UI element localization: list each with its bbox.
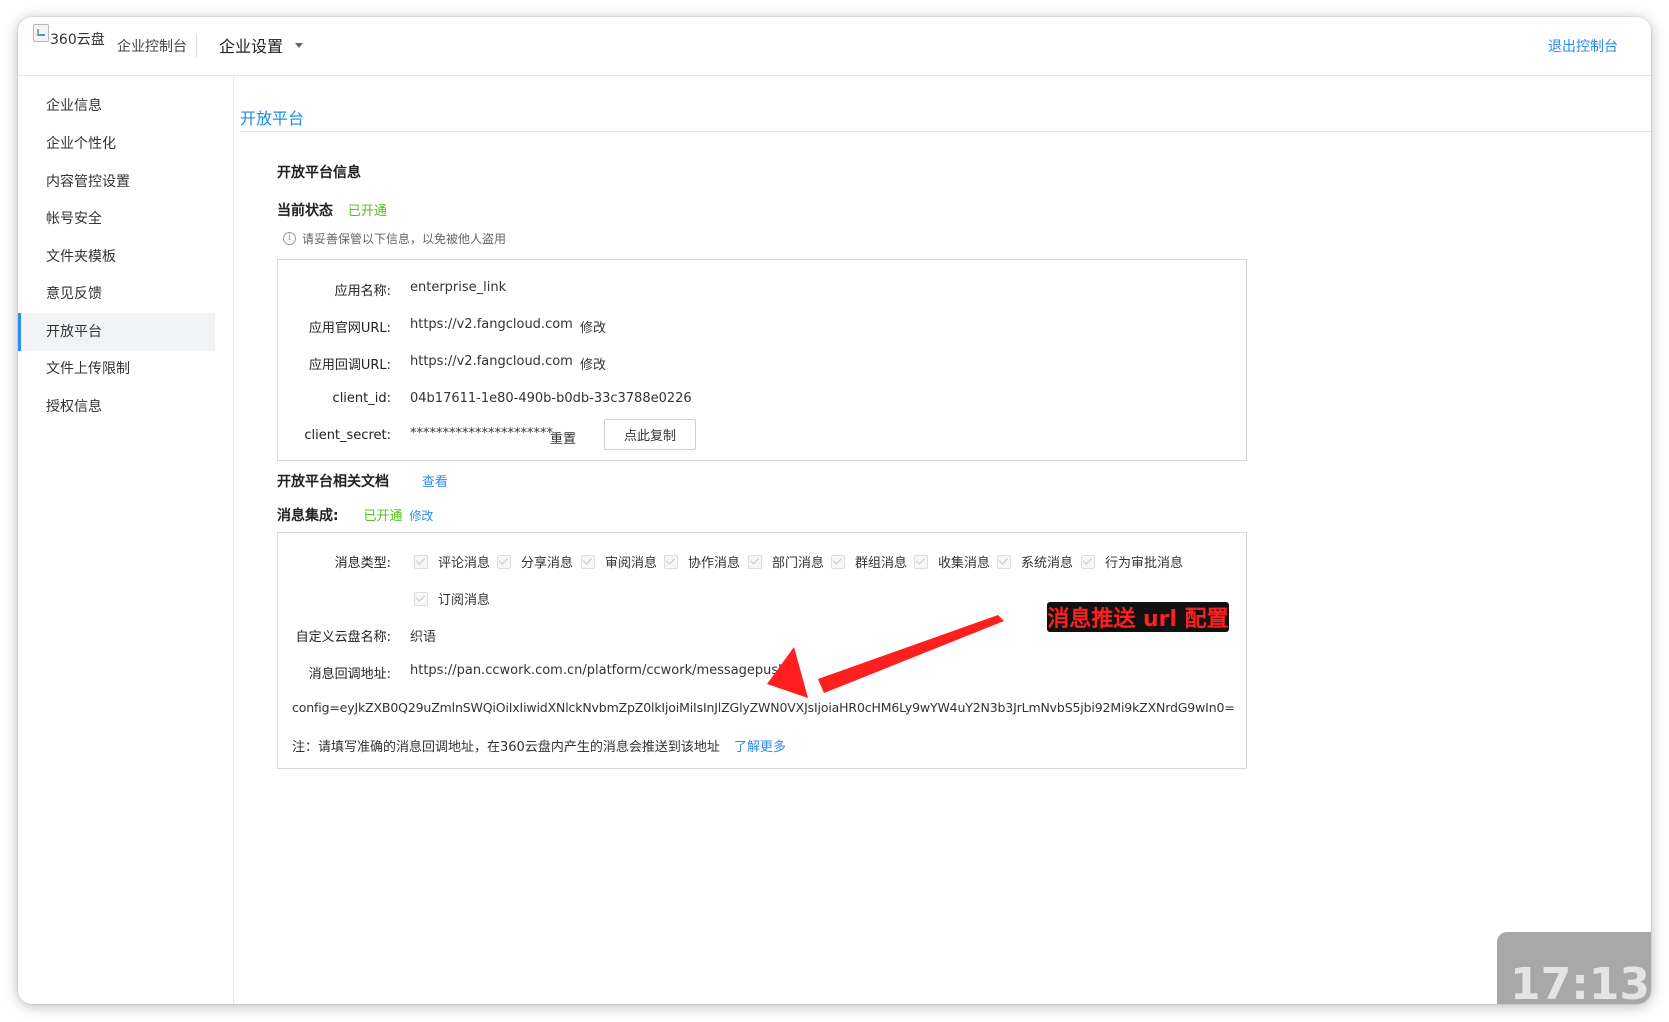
timer-overlay: 17:13 [1497,932,1651,1004]
annotation-label: 消息推送 url 配置 [1047,602,1229,632]
annotation-arrow [767,615,1004,698]
app-window: 360云盘 企业控制台 企业设置 退出控制台 企业信息 企业个性化 内容管控设置… [18,17,1651,1004]
annotation-arrow-shaft [818,615,1004,693]
annotation-arrow-head [767,647,808,698]
